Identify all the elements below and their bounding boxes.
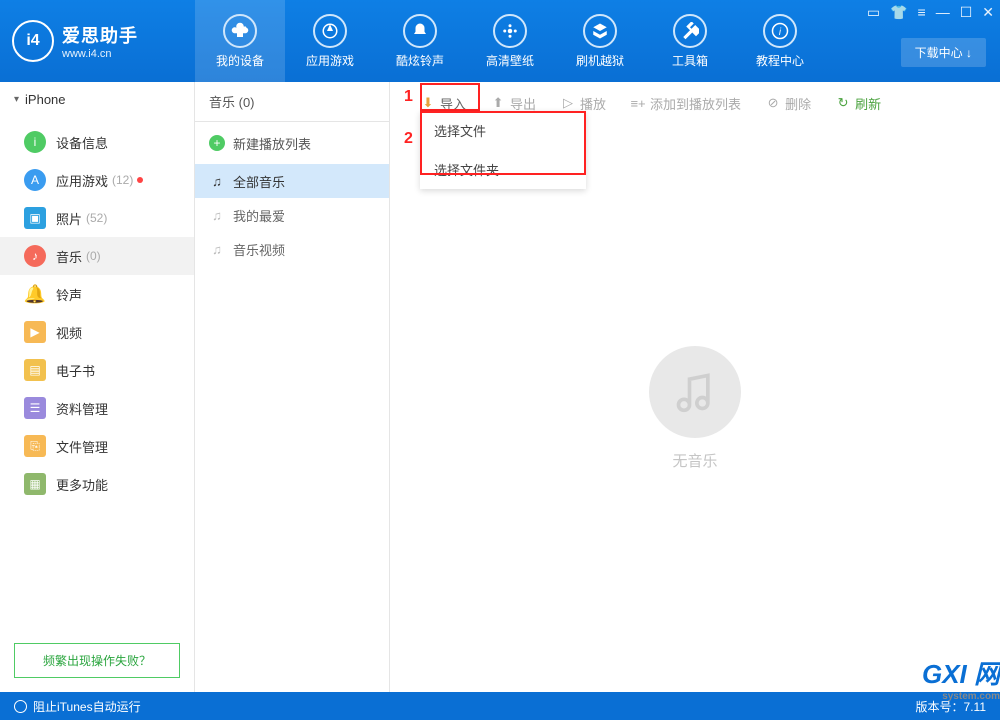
nav-my-device[interactable]: 我的设备 bbox=[195, 0, 285, 82]
brand-logo: i4 爱思助手 www.i4.cn bbox=[0, 0, 195, 82]
annotation-2: 2 bbox=[404, 130, 413, 148]
import-button[interactable]: ⬇导入 bbox=[420, 94, 466, 113]
close-icon[interactable]: ✕ bbox=[982, 4, 994, 21]
bell-icon: 🔔 bbox=[24, 283, 46, 305]
brand-name: 爱思助手 bbox=[62, 22, 138, 48]
sidebar-item-device-info[interactable]: i设备信息 bbox=[0, 123, 194, 161]
brand-url: www.i4.cn bbox=[62, 48, 138, 60]
more-icon: ▦ bbox=[24, 473, 46, 495]
sidebar-item-file-mgmt[interactable]: ⎘文件管理 bbox=[0, 427, 194, 465]
sidebar-item-data-mgmt[interactable]: ☰资料管理 bbox=[0, 389, 194, 427]
new-playlist-button[interactable]: +新建播放列表 bbox=[195, 122, 389, 164]
import-select-file[interactable]: 选择文件 bbox=[420, 111, 586, 150]
tab-header: 音乐 (0) bbox=[195, 82, 389, 122]
export-button[interactable]: ⬆导出 bbox=[490, 94, 536, 113]
sidebar-item-more[interactable]: ▦更多功能 bbox=[0, 465, 194, 503]
menu-icon[interactable]: ≡ bbox=[918, 4, 926, 21]
nav-wallpapers[interactable]: 高清壁纸 bbox=[465, 0, 555, 82]
sublist-favorites[interactable]: ♫我的最爱 bbox=[195, 198, 389, 232]
import-dropdown: 选择文件 选择文件夹 bbox=[420, 111, 586, 189]
logo-icon: i4 bbox=[12, 20, 54, 62]
apps-icon: A bbox=[24, 169, 46, 191]
info-icon: i bbox=[24, 131, 46, 153]
note-icon: ♫ bbox=[209, 173, 225, 189]
app-header: i4 爱思助手 www.i4.cn 我的设备 应用游戏 酷炫铃声 高清壁纸 刷机… bbox=[0, 0, 1000, 82]
empty-state: 无音乐 bbox=[390, 124, 1000, 692]
top-nav: 我的设备 应用游戏 酷炫铃声 高清壁纸 刷机越狱 工具箱 i教程中心 bbox=[195, 0, 825, 82]
device-selector[interactable]: ▾ iPhone bbox=[0, 82, 194, 117]
sublist-all-music[interactable]: ♫全部音乐 bbox=[195, 164, 389, 198]
file-icon: ⎘ bbox=[24, 435, 46, 457]
import-select-folder[interactable]: 选择文件夹 bbox=[420, 150, 586, 189]
import-icon: ⬇ bbox=[420, 95, 436, 111]
minimize-icon[interactable]: — bbox=[936, 4, 950, 21]
window-controls: ▭ 👕 ≡ — ☐ ✕ bbox=[867, 4, 994, 21]
chevron-down-icon: ▾ bbox=[14, 94, 19, 105]
skin-icon[interactable]: 👕 bbox=[890, 4, 907, 21]
music-toolbar: 1 2 ⬇导入 ⬆导出 ▷播放 ≡+添加到播放列表 ⊘删除 ↻刷新 选择文件 选… bbox=[390, 82, 1000, 124]
faq-link[interactable]: 频繁出现操作失败？ bbox=[14, 643, 180, 678]
sidebar-item-music[interactable]: ♪音乐(0) bbox=[0, 237, 194, 275]
sidebar: ▾ iPhone i设备信息 A应用游戏(12) ▣照片(52) ♪音乐(0) … bbox=[0, 82, 195, 692]
radio-icon[interactable] bbox=[14, 700, 27, 713]
book-icon: ▤ bbox=[24, 359, 46, 381]
status-bar: 阻止iTunes自动运行 版本号：7.11 bbox=[0, 692, 1000, 720]
nav-ringtones[interactable]: 酷炫铃声 bbox=[375, 0, 465, 82]
video-icon: ▶ bbox=[24, 321, 46, 343]
refresh-icon: ↻ bbox=[835, 95, 851, 111]
plus-icon: + bbox=[209, 135, 225, 151]
delete-icon: ⊘ bbox=[765, 95, 781, 111]
feedback-icon[interactable]: ▭ bbox=[867, 4, 880, 21]
device-name: iPhone bbox=[25, 92, 65, 107]
sidebar-item-apps[interactable]: A应用游戏(12) bbox=[0, 161, 194, 199]
note-icon: ♫ bbox=[209, 241, 225, 257]
data-icon: ☰ bbox=[24, 397, 46, 419]
music-icon: ♪ bbox=[24, 245, 46, 267]
delete-button[interactable]: ⊘删除 bbox=[765, 94, 811, 113]
maximize-icon[interactable]: ☐ bbox=[960, 4, 973, 21]
play-button[interactable]: ▷播放 bbox=[560, 94, 606, 113]
empty-music-icon bbox=[649, 346, 741, 438]
nav-apps-games[interactable]: 应用游戏 bbox=[285, 0, 375, 82]
music-sub-panel: 音乐 (0) +新建播放列表 ♫全部音乐 ♫我的最爱 ♫音乐视频 bbox=[195, 82, 390, 692]
sublist-music-videos[interactable]: ♫音乐视频 bbox=[195, 232, 389, 266]
nav-flash-jailbreak[interactable]: 刷机越狱 bbox=[555, 0, 645, 82]
refresh-button[interactable]: ↻刷新 bbox=[835, 94, 881, 113]
block-itunes-label[interactable]: 阻止iTunes自动运行 bbox=[33, 698, 141, 715]
svg-text:i: i bbox=[779, 26, 782, 37]
add-to-playlist-button[interactable]: ≡+添加到播放列表 bbox=[630, 94, 741, 113]
annotation-1: 1 bbox=[404, 88, 413, 106]
main-content: 1 2 ⬇导入 ⬆导出 ▷播放 ≡+添加到播放列表 ⊘删除 ↻刷新 选择文件 选… bbox=[390, 82, 1000, 692]
version-value: 7.11 bbox=[964, 700, 986, 714]
photos-icon: ▣ bbox=[24, 207, 46, 229]
sidebar-item-photos[interactable]: ▣照片(52) bbox=[0, 199, 194, 237]
nav-toolbox[interactable]: 工具箱 bbox=[645, 0, 735, 82]
note-icon: ♫ bbox=[209, 207, 225, 223]
export-icon: ⬆ bbox=[490, 95, 506, 111]
notification-dot-icon bbox=[137, 177, 143, 183]
nav-tutorials[interactable]: i教程中心 bbox=[735, 0, 825, 82]
sidebar-item-ebooks[interactable]: ▤电子书 bbox=[0, 351, 194, 389]
empty-text: 无音乐 bbox=[672, 450, 717, 471]
version-label: 版本号： bbox=[916, 700, 964, 714]
sidebar-item-ringtones[interactable]: 🔔铃声 bbox=[0, 275, 194, 313]
sidebar-item-videos[interactable]: ▶视频 bbox=[0, 313, 194, 351]
download-center-button[interactable]: 下载中心 ↓ bbox=[901, 38, 986, 67]
play-icon: ▷ bbox=[560, 95, 576, 111]
add-icon: ≡+ bbox=[630, 95, 646, 111]
